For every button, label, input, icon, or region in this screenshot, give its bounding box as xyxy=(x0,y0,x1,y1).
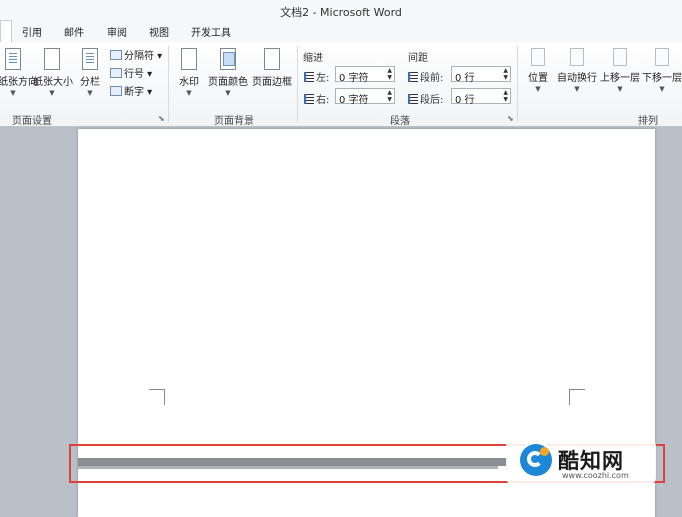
title-bar: 文档2 - Microsoft Word xyxy=(0,0,682,20)
orientation-button[interactable]: 纸张方向 ▼ xyxy=(0,48,38,97)
wrap-text-icon xyxy=(570,48,584,66)
indent-title: 缩进 xyxy=(303,53,323,64)
indent-left-field[interactable]: 0 字符 ▲ ▼ xyxy=(335,66,395,84)
ribbon: 纸张方向 ▼ 纸张大小 ▼ 分栏 ▼ 分隔符 ▾ 行号 ▾ 断字 ▾ 页面设置 … xyxy=(0,42,682,127)
crop-mark-right xyxy=(569,389,585,405)
hyphenation-button[interactable]: 断字 ▾ xyxy=(110,83,152,98)
spacing-after-label: 段后: xyxy=(408,91,443,106)
chevron-down-icon: ▼ xyxy=(574,85,580,93)
indent-left-label: 左: xyxy=(304,69,329,84)
indent-left-icon xyxy=(304,72,314,82)
crop-mark-left xyxy=(149,389,165,405)
tab-view[interactable]: 视图 xyxy=(149,24,169,39)
columns-icon xyxy=(82,48,98,70)
tab-developer[interactable]: 开发工具 xyxy=(191,24,231,39)
page-borders-button[interactable]: 页面边框 xyxy=(252,48,292,88)
spin-arrows-icon[interactable]: ▲ ▼ xyxy=(503,67,508,81)
watermark-button[interactable]: 水印 ▼ xyxy=(176,48,202,97)
line-numbers-icon xyxy=(110,68,122,78)
chevron-down-icon: ▼ xyxy=(10,89,16,97)
dialog-launcher-icon[interactable]: ⬊ xyxy=(158,114,165,123)
indent-right-field[interactable]: 0 字符 ▲ ▼ xyxy=(335,88,395,106)
tab-review[interactable]: 审阅 xyxy=(107,24,127,39)
watermark-icon xyxy=(181,48,197,70)
chevron-down-icon: ▼ xyxy=(49,89,55,97)
wrap-text-button[interactable]: 自动换行 ▼ xyxy=(556,48,598,93)
watermark-url: www.coozhi.com xyxy=(562,471,629,480)
page-color-button[interactable]: 页面颜色 ▼ xyxy=(208,48,248,97)
chevron-down-icon: ▼ xyxy=(659,85,665,93)
spacing-after-field[interactable]: 0 行 ▲ ▼ xyxy=(451,88,511,106)
group-separator xyxy=(168,46,169,122)
chevron-down-icon: ▼ xyxy=(87,89,93,97)
group-label-arrange: 排列 xyxy=(638,116,658,127)
coozhi-logo-icon xyxy=(520,444,552,476)
chevron-down-icon: ▼ xyxy=(225,89,231,97)
breaks-icon xyxy=(110,50,122,60)
size-button[interactable]: 纸张大小 ▼ xyxy=(33,48,73,97)
spacing-before-field[interactable]: 0 行 ▲ ▼ xyxy=(451,66,511,84)
bring-forward-icon xyxy=(613,48,627,66)
group-separator xyxy=(297,46,298,122)
page-color-icon xyxy=(220,48,236,70)
site-watermark: 酷知网 www.coozhi.com xyxy=(506,440,656,484)
indent-right-label: 右: xyxy=(304,91,329,106)
spacing-title: 间距 xyxy=(408,53,428,64)
position-icon xyxy=(531,48,545,66)
tab-page-layout-active[interactable] xyxy=(0,20,12,43)
indent-right-icon xyxy=(304,94,314,104)
chevron-down-icon: ▼ xyxy=(186,89,192,97)
line-numbers-button[interactable]: 行号 ▾ xyxy=(110,65,152,80)
bring-forward-button[interactable]: 上移一层 ▼ xyxy=(600,48,640,93)
tab-references[interactable]: 引用 xyxy=(22,24,42,39)
dialog-launcher-icon[interactable]: ⬊ xyxy=(507,114,514,123)
send-backward-button[interactable]: 下移一层 ▼ xyxy=(642,48,682,93)
group-label-paragraph: 段落 xyxy=(390,116,410,127)
group-separator xyxy=(517,46,518,122)
spin-arrows-icon[interactable]: ▲ ▼ xyxy=(387,67,392,81)
spacing-after-icon xyxy=(408,94,418,104)
spin-arrows-icon[interactable]: ▲ ▼ xyxy=(387,89,392,103)
group-label-page-setup: 页面设置 xyxy=(12,116,52,127)
spacing-before-icon xyxy=(408,72,418,82)
send-backward-icon xyxy=(655,48,669,66)
position-button[interactable]: 位置 ▼ xyxy=(524,48,552,93)
hyphenation-icon xyxy=(110,86,122,96)
spacing-before-label: 段前: xyxy=(408,69,443,84)
chevron-down-icon: ▼ xyxy=(617,85,623,93)
spin-arrows-icon[interactable]: ▲ ▼ xyxy=(503,89,508,103)
paper-size-icon xyxy=(44,48,60,70)
page-borders-icon xyxy=(264,48,280,70)
window-title: 文档2 - Microsoft Word xyxy=(280,6,402,19)
chevron-down-icon: ▼ xyxy=(535,85,541,93)
ribbon-tabs: 引用 邮件 审阅 视图 开发工具 xyxy=(0,20,682,43)
breaks-button[interactable]: 分隔符 ▾ xyxy=(110,47,162,62)
orientation-icon xyxy=(5,48,21,70)
columns-button[interactable]: 分栏 ▼ xyxy=(78,48,102,97)
group-label-page-background: 页面背景 xyxy=(214,116,254,127)
tab-mailings[interactable]: 邮件 xyxy=(64,24,84,39)
